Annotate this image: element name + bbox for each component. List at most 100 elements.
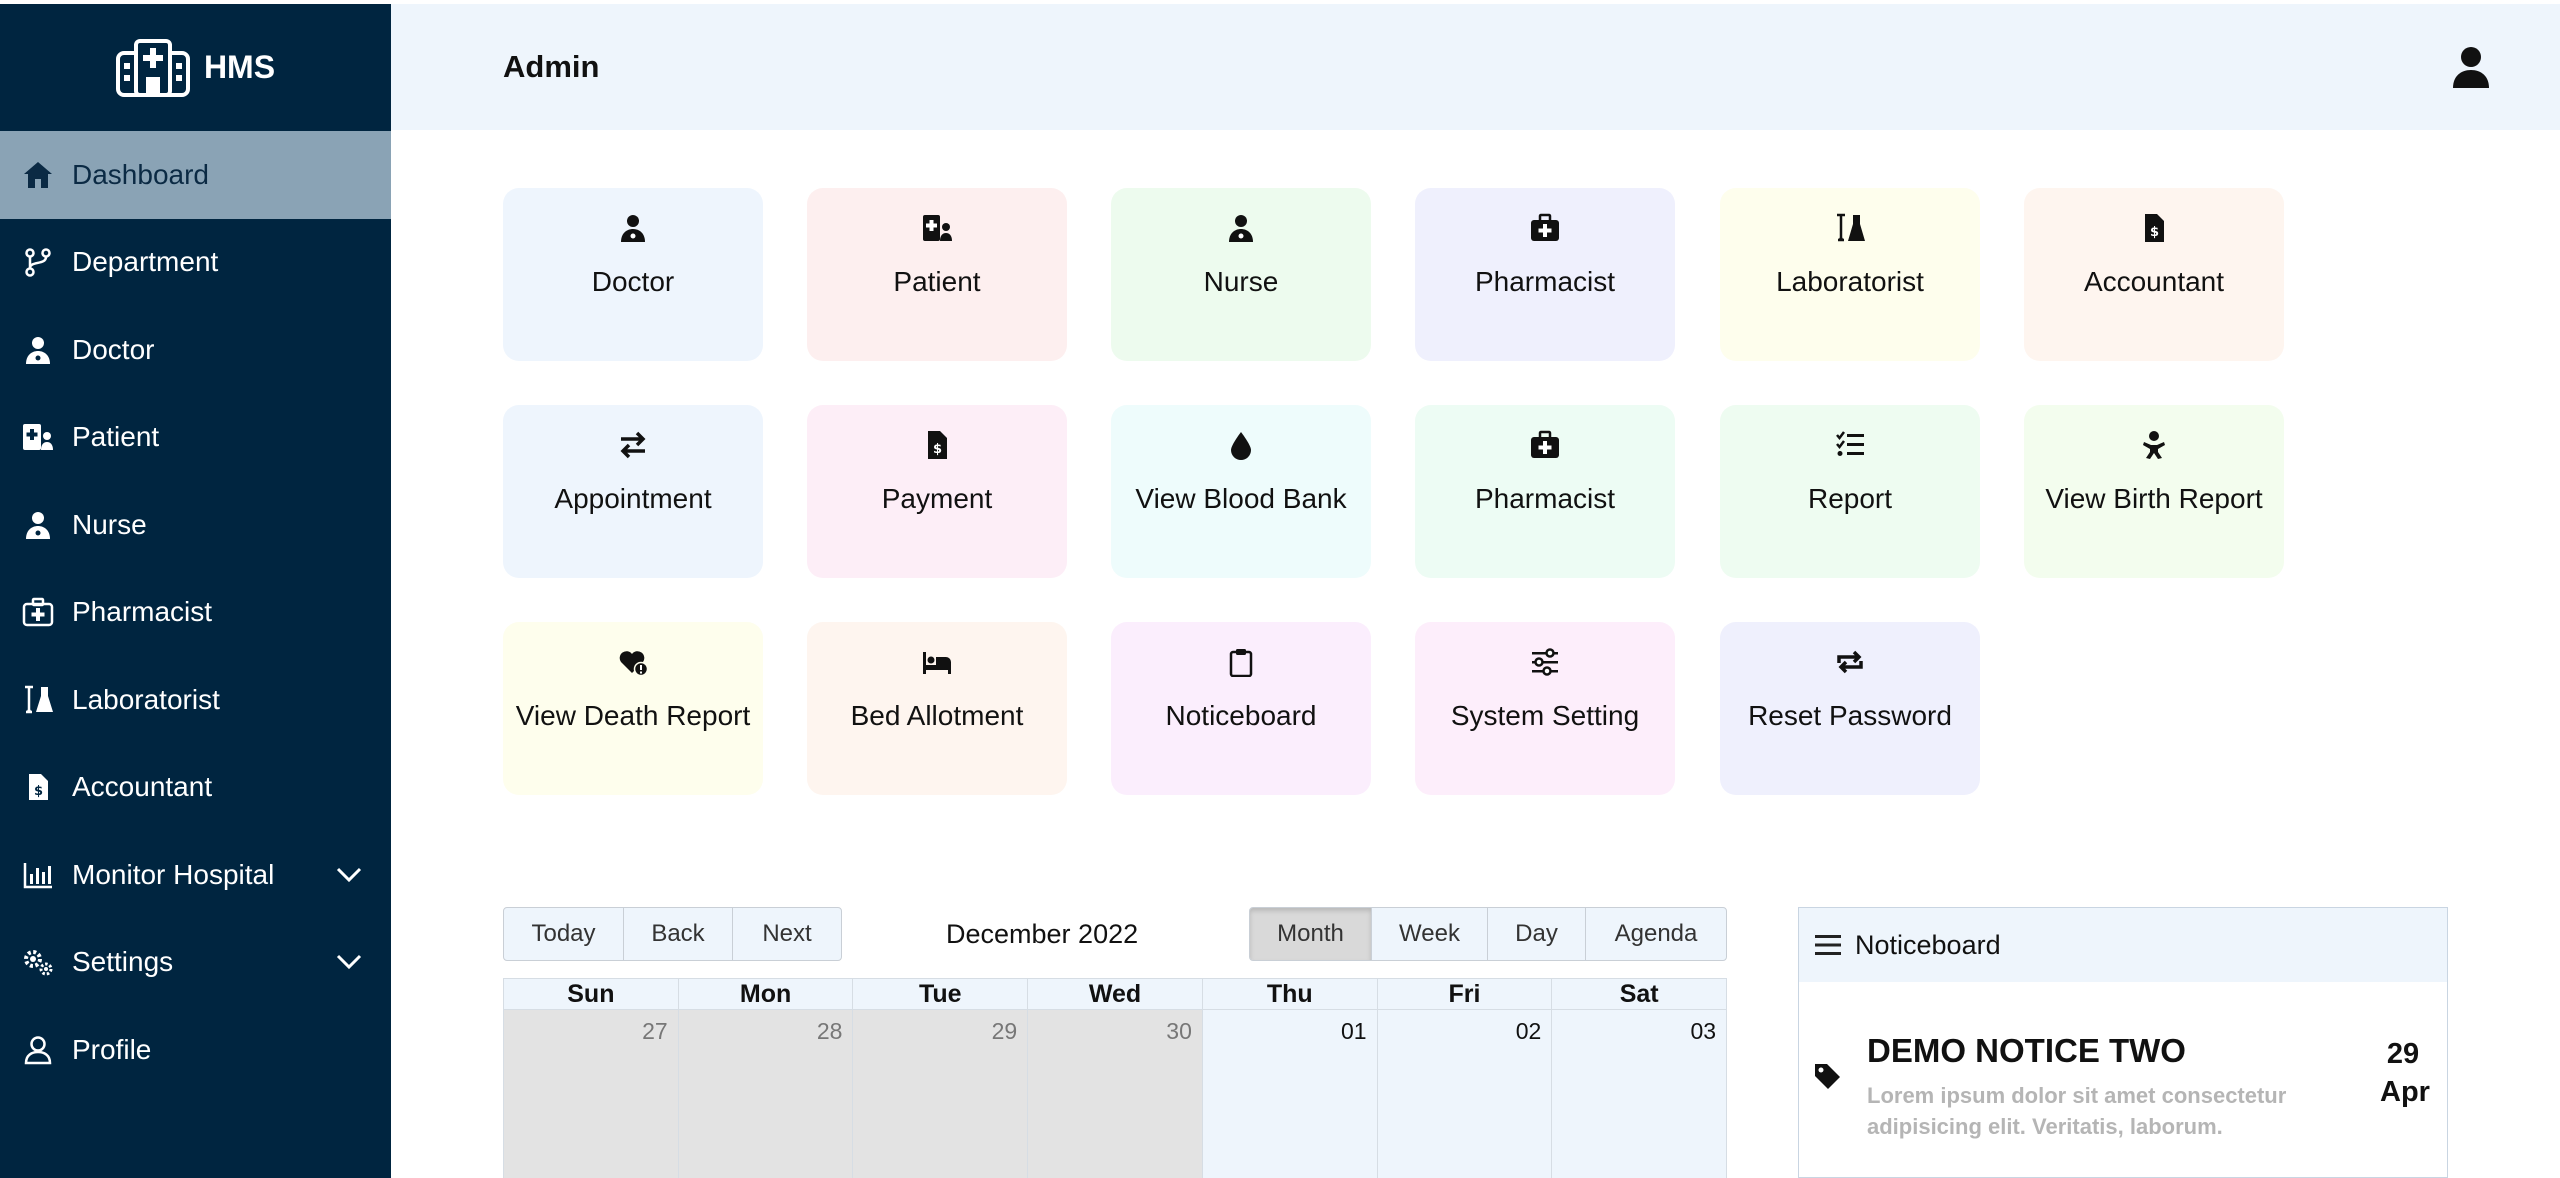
tag-icon — [1815, 1064, 1840, 1089]
calendar-day-cell[interactable]: 29 — [853, 1009, 1029, 1178]
dashboard-tile-view-death-report[interactable]: View Death Report — [503, 622, 763, 795]
notice-item[interactable]: DEMO NOTICE TWO Lorem ipsum dolor sit am… — [1799, 982, 2447, 1178]
noticeboard-panel: Noticeboard DEMO NOTICE TWO Lorem ipsum … — [1798, 907, 2448, 1178]
tile-label: Laboratorist — [1776, 266, 1924, 297]
dashboard-tile-view-birth-report[interactable]: View Birth Report — [2024, 405, 2284, 578]
sidebar-item-label: Pharmacist — [72, 596, 213, 628]
view-week-button[interactable]: Week — [1372, 908, 1488, 960]
next-button[interactable]: Next — [733, 908, 841, 960]
sidebar-item-department[interactable]: Department — [0, 219, 391, 307]
noticeboard-title: Noticeboard — [1855, 929, 2001, 960]
notice-day: 29 — [2386, 1038, 2420, 1070]
sidebar-item-label: Dashboard — [72, 158, 209, 190]
dashboard-tile-appointment[interactable]: Appointment — [503, 405, 763, 578]
tile-label: Appointment — [554, 483, 712, 514]
sidebar-item-patient[interactable]: Patient — [0, 394, 391, 482]
sidebar-item-label: Nurse — [72, 508, 147, 540]
dashboard-tile-reset-password[interactable]: Reset Password — [1720, 622, 1980, 795]
tile-label: View Birth Report — [2045, 483, 2263, 514]
user-icon — [20, 1034, 56, 1066]
calendar-nav-group: Today Back Next — [503, 907, 842, 961]
sidebar-item-monitor-hospital[interactable]: Monitor Hospital — [0, 831, 391, 919]
svg-text:$: $ — [2150, 225, 2159, 240]
droplet-icon — [1225, 429, 1257, 461]
dashboard-tile-doctor[interactable]: Doctor — [503, 188, 763, 361]
tile-label: System Setting — [1450, 700, 1640, 731]
patient-icon — [20, 421, 56, 453]
tile-label: Pharmacist — [1474, 483, 1616, 514]
dashboard-tile-payment[interactable]: $ Payment — [807, 405, 1067, 578]
weekday-label: Mon — [679, 979, 854, 1009]
medkit-icon — [20, 596, 56, 628]
today-button[interactable]: Today — [504, 908, 624, 960]
user-account-icon[interactable] — [2452, 46, 2490, 88]
notice-title: DEMO NOTICE TWO — [1867, 1032, 2186, 1069]
menu-icon[interactable] — [1815, 934, 1841, 956]
dashboard-tile-laboratorist[interactable]: Laboratorist — [1720, 188, 1980, 361]
dashboard-tile-pharmacist[interactable]: Pharmacist — [1415, 405, 1675, 578]
calendar-view-group: Month Week Day Agenda — [1249, 907, 1727, 961]
sidebar: HMS Dashboard Department Doctor Patient … — [0, 4, 391, 1178]
calendar-month-label: December 2022 — [946, 919, 1139, 949]
tile-label: Nurse — [1203, 266, 1279, 297]
doctor-icon — [617, 212, 649, 244]
calendar-day-cell[interactable]: 02 — [1377, 1009, 1553, 1178]
sidebar-item-laboratorist[interactable]: Laboratorist — [0, 656, 391, 744]
weekday-label: Sun — [504, 979, 679, 1009]
dashboard-tile-report[interactable]: Report — [1720, 405, 1980, 578]
chevron-down-icon[interactable] — [335, 866, 363, 884]
view-month-button[interactable]: Month — [1250, 908, 1372, 960]
back-button[interactable]: Back — [624, 908, 733, 960]
dashboard-tile-pharmacist[interactable]: Pharmacist — [1415, 188, 1675, 361]
hospital-icon — [115, 38, 190, 97]
weekday-label: Wed — [1028, 979, 1203, 1009]
dashboard-tile-accountant[interactable]: $ Accountant — [2024, 188, 2284, 361]
calendar-day-cell[interactable]: 30 — [1028, 1009, 1203, 1178]
dashboard-tile-system-setting[interactable]: System Setting — [1415, 622, 1675, 795]
dashboard-tile-view-blood-bank[interactable]: View Blood Bank — [1111, 405, 1371, 578]
chevron-down-icon[interactable] — [335, 953, 363, 971]
sidebar-item-dashboard[interactable]: Dashboard — [0, 131, 391, 219]
brand-name: HMS — [203, 49, 276, 85]
sidebar-item-nurse[interactable]: Nurse — [0, 481, 391, 569]
sidebar-item-pharmacist[interactable]: Pharmacist — [0, 569, 391, 657]
dashboard-tile-patient[interactable]: Patient — [807, 188, 1067, 361]
dashboard-tile-nurse[interactable]: Nurse — [1111, 188, 1371, 361]
top-header: Admin — [391, 4, 2560, 130]
chart-icon — [20, 859, 56, 891]
sidebar-item-doctor[interactable]: Doctor — [0, 306, 391, 394]
view-day-button[interactable]: Day — [1488, 908, 1586, 960]
calendar-day-cell[interactable]: 28 — [678, 1009, 854, 1178]
heart-alert-icon — [617, 646, 649, 678]
calendar-week-row: 27 28 29 30 01 02 03 — [504, 1009, 1727, 1178]
calendar-day-cell[interactable]: 27 — [504, 1009, 679, 1178]
svg-text:$: $ — [34, 784, 43, 799]
tile-label: Payment — [881, 483, 993, 514]
tile-label: Reset Password — [1748, 700, 1952, 731]
tile-label: View Blood Bank — [1135, 483, 1347, 514]
page-title: Admin — [503, 49, 600, 84]
calendar: Today Back Next December 2022 Month Week… — [503, 907, 1727, 1178]
view-agenda-button[interactable]: Agenda — [1586, 908, 1726, 960]
flask-icon — [20, 684, 56, 716]
dashboard-tile-noticeboard[interactable]: Noticeboard — [1111, 622, 1371, 795]
tile-label: Accountant — [2083, 266, 2225, 297]
branch-icon — [20, 246, 56, 278]
sidebar-item-label: Profile — [72, 1033, 152, 1065]
sidebar-item-settings[interactable]: Settings — [0, 919, 391, 1007]
invoice-icon: $ — [2138, 212, 2170, 244]
calendar-day-cell[interactable]: 01 — [1202, 1009, 1378, 1178]
calendar-day-cell[interactable]: 03 — [1552, 1009, 1727, 1178]
sidebar-item-label: Department — [72, 246, 219, 278]
bed-icon — [921, 646, 953, 678]
medkit-icon — [1529, 429, 1561, 461]
weekday-label: Sat — [1619, 980, 1659, 1008]
tile-label: Doctor — [591, 266, 675, 297]
sidebar-item-accountant[interactable]: $ Accountant — [0, 744, 391, 832]
patient-icon — [921, 212, 953, 244]
tile-label: Noticeboard — [1165, 700, 1317, 731]
dashboard-tile-bed-allotment[interactable]: Bed Allotment — [807, 622, 1067, 795]
sidebar-item-profile[interactable]: Profile — [0, 1006, 391, 1094]
doctor-icon — [20, 334, 56, 366]
brand[interactable]: HMS — [0, 4, 391, 131]
